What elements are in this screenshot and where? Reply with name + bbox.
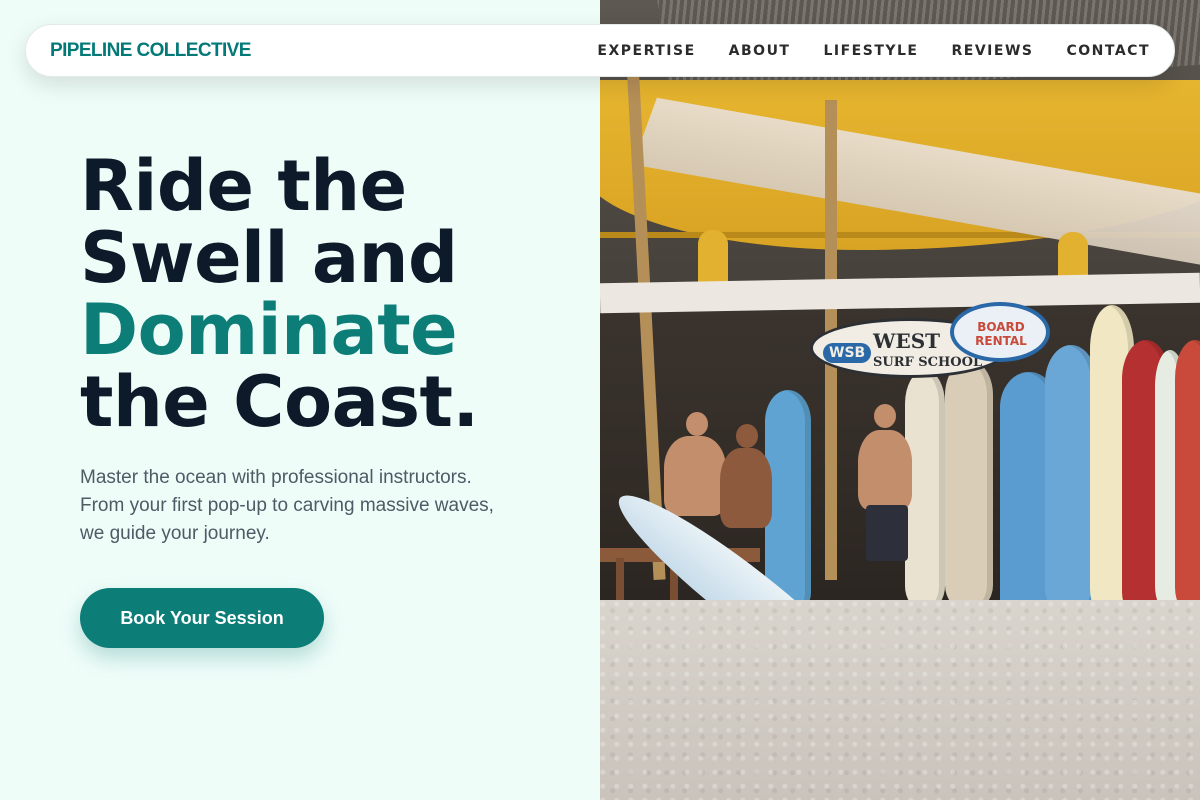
person (866, 505, 908, 561)
nav-item-expertise[interactable]: EXPERTISE (597, 43, 695, 59)
nav-item-about[interactable]: ABOUT (729, 43, 791, 59)
nav-links: EXPERTISE ABOUT LIFESTYLE REVIEWS CONTAC… (597, 43, 1150, 59)
book-session-button[interactable]: Book Your Session (80, 588, 324, 648)
landing-page: Ride the Swell and Dominate the Coast. M… (0, 0, 1200, 800)
person (736, 424, 758, 448)
sign-text-board-rental: BOARD RENTAL (975, 320, 1027, 348)
nav-item-lifestyle[interactable]: LIFESTYLE (823, 43, 918, 59)
sign-text-surf-school: SURF SCHOOL (873, 355, 983, 370)
headline-accent: Dominate (80, 289, 458, 371)
brand-logo[interactable]: PIPELINE COLLECTIVE (50, 40, 251, 62)
hero-subtitle: Master the ocean with professional instr… (80, 467, 494, 544)
headline-line-4: the Coast. (80, 361, 479, 443)
person (720, 448, 772, 528)
sand (600, 600, 1200, 800)
person (686, 412, 708, 436)
sign-text-west: WEST (873, 329, 941, 353)
board-rental-sign: BOARD RENTAL (950, 302, 1050, 362)
headline-line-1: Ride the (80, 145, 407, 227)
person (664, 436, 726, 516)
surfboard (1175, 340, 1200, 615)
person (874, 404, 896, 428)
nav-item-reviews[interactable]: REVIEWS (952, 43, 1034, 59)
person (858, 430, 912, 510)
hero-text-panel: Ride the Swell and Dominate the Coast. M… (0, 0, 600, 800)
surf-school-photo: WEST WSB SURF SCHOOL BOARD RENTAL (600, 0, 1200, 800)
headline-line-2: Swell and (80, 217, 458, 299)
top-navbar: PIPELINE COLLECTIVE EXPERTISE ABOUT LIFE… (25, 24, 1175, 77)
hero-headline: Ride the Swell and Dominate the Coast. (80, 150, 580, 438)
surfboard (945, 360, 993, 610)
sign-text-wsb: WSB (823, 343, 872, 363)
nav-item-contact[interactable]: CONTACT (1066, 43, 1150, 59)
